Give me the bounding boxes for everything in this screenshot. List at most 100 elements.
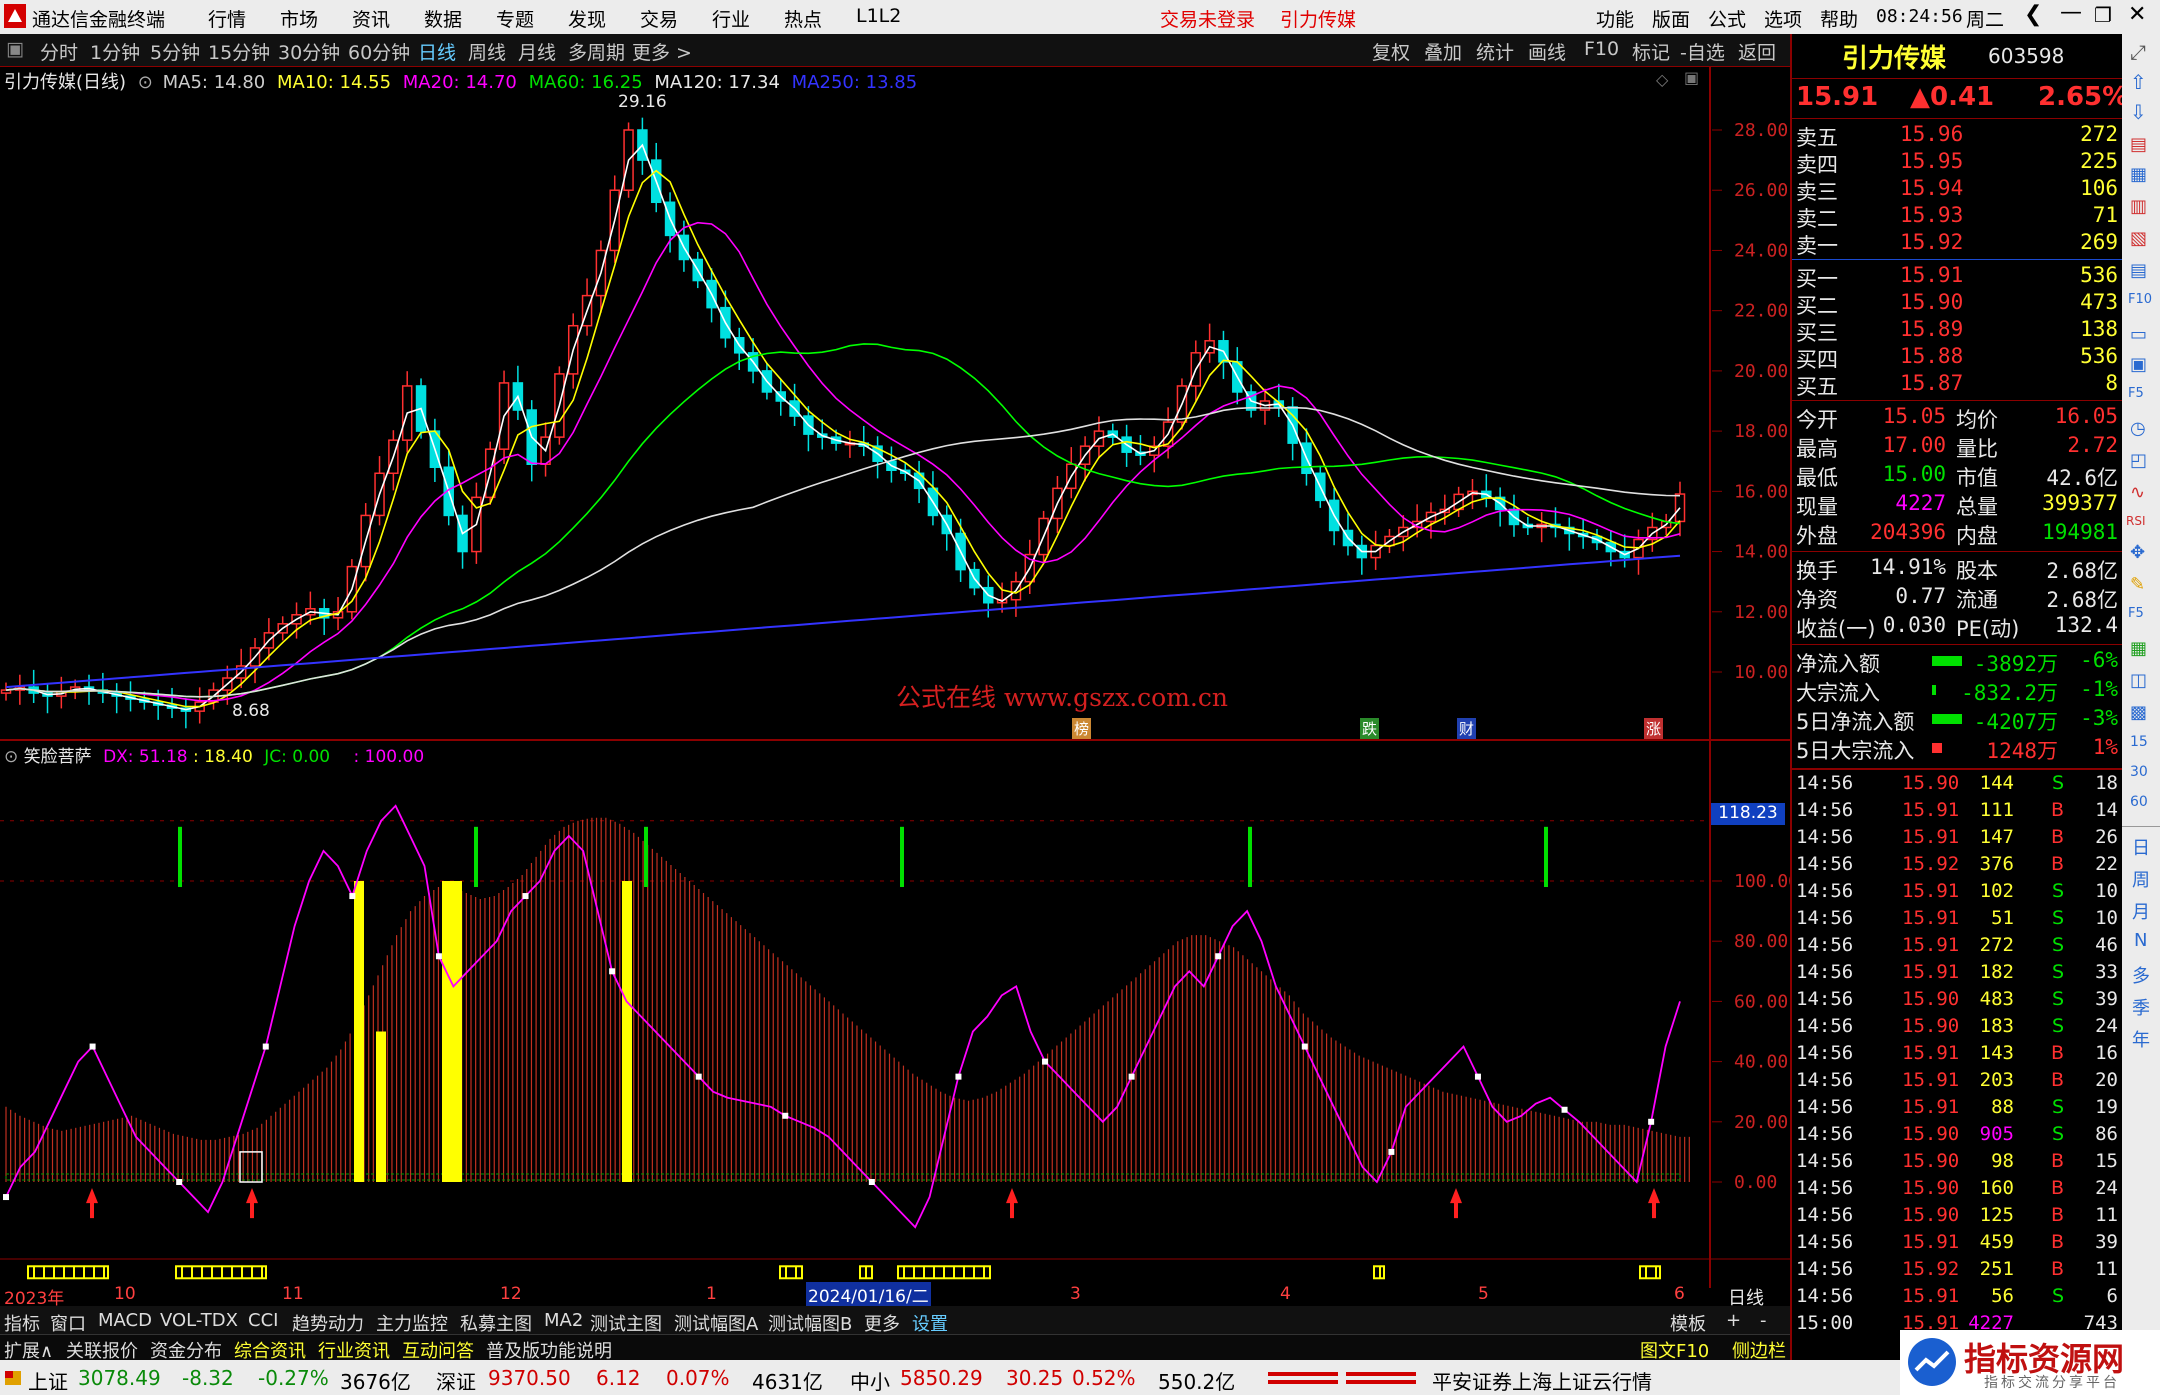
menu-faxian[interactable]: 发现 — [568, 5, 606, 32]
tab-more[interactable]: 更多 — [864, 1310, 900, 1336]
kline-icon[interactable]: ▧ — [2130, 228, 2147, 249]
side-multi[interactable]: 多 — [2132, 962, 2150, 988]
num-60-icon[interactable]: 60 — [2130, 794, 2148, 810]
side-year[interactable]: 年 — [2132, 1026, 2150, 1052]
close-icon[interactable]: ✕ — [2128, 2, 2146, 27]
tab-simu[interactable]: 私募主图 — [460, 1310, 532, 1336]
num-30-icon[interactable]: 30 — [2130, 764, 2148, 780]
chart-icon-1[interactable]: ▤ — [2130, 134, 2147, 155]
arrow-down-icon[interactable]: ⇩ — [2130, 100, 2147, 124]
back-icon[interactable]: ❮ — [2024, 2, 2042, 27]
period-fenshi[interactable]: 分时 — [40, 38, 78, 65]
tab-ma2[interactable]: MA2 — [544, 1310, 583, 1331]
clock-icon[interactable]: ◷ — [2130, 418, 2146, 439]
bid-price[interactable]: 15.89 — [1900, 317, 1963, 341]
period-60min[interactable]: 60分钟 — [348, 38, 410, 65]
gear-icon[interactable]: ✥ — [2130, 542, 2145, 563]
menu-xuanxiang[interactable]: 选项 — [1764, 5, 1802, 32]
tab-settings[interactable]: 设置 — [912, 1310, 948, 1336]
side-n[interactable]: N — [2134, 930, 2147, 951]
tab-zhuli[interactable]: 主力监控 — [376, 1310, 448, 1336]
sh-label[interactable]: 上证 — [28, 1366, 68, 1395]
rsi-icon[interactable]: RSI — [2126, 514, 2146, 528]
list-icon[interactable]: ▤ — [2130, 260, 2147, 281]
zx-label[interactable]: 中小 — [850, 1366, 890, 1395]
side-season[interactable]: 季 — [2132, 994, 2150, 1020]
menu-zhuanti[interactable]: 专题 — [496, 5, 534, 32]
tab-zhibiao[interactable]: 指标 — [4, 1310, 40, 1336]
flag-icon[interactable] — [4, 1368, 24, 1388]
menu-bangzhu[interactable]: 帮助 — [1820, 5, 1858, 32]
btn-fanhui[interactable]: 返回 — [1738, 38, 1776, 65]
btn-huaxian[interactable]: 画线 — [1528, 38, 1566, 65]
marker-bang[interactable]: 榜 — [1072, 718, 1092, 739]
marker-zhang[interactable]: 涨 — [1644, 718, 1664, 739]
period-more[interactable]: 更多 > — [632, 38, 692, 65]
tab-ceshi-a[interactable]: 测试幅图A — [674, 1310, 758, 1336]
menu-hangye[interactable]: 行业 — [712, 5, 750, 32]
diamond-icon[interactable]: ◇ — [1656, 70, 1668, 89]
settings-circle-icon[interactable]: ⊙ — [4, 747, 18, 767]
grid-icon[interactable]: ▣ — [2130, 354, 2147, 375]
restore-icon[interactable]: ❐ — [2094, 3, 2112, 27]
f5b-icon[interactable]: F5 — [2128, 606, 2144, 621]
ask-price[interactable]: 15.95 — [1900, 149, 1963, 173]
marker-cai[interactable]: 财 — [1457, 718, 1477, 739]
tab-chuangkou[interactable]: 窗口 — [50, 1310, 86, 1336]
pencil-icon[interactable]: ✎ — [2130, 574, 2145, 595]
side-week[interactable]: 周 — [2132, 866, 2150, 892]
tab-qushi[interactable]: 趋势动力 — [292, 1310, 364, 1336]
period-1min[interactable]: 1分钟 — [90, 38, 140, 65]
num-15-icon[interactable]: 15 — [2130, 734, 2148, 750]
btn-biaoji[interactable]: 标记 — [1632, 38, 1670, 65]
side-day[interactable]: 日 — [2132, 834, 2150, 860]
side-month[interactable]: 月 — [2132, 898, 2150, 924]
btn-template[interactable]: 模板 — [1670, 1310, 1706, 1336]
f5-icon[interactable]: F5 — [2128, 386, 2144, 401]
minimize-icon[interactable]: — — [2060, 0, 2082, 25]
tab-macd[interactable]: MACD — [98, 1310, 152, 1331]
period-weekly[interactable]: 周线 — [468, 38, 506, 65]
doc-icon[interactable]: ▭ — [2130, 324, 2147, 345]
tab-vol-tdx[interactable]: VOL-TDX — [160, 1310, 238, 1331]
btn-zixuan[interactable]: -自选 — [1680, 38, 1725, 65]
kline-chart-svg[interactable]: 28.00 26.00 24.00 22.00 20.00 18.00 16.00 14.00… — [0, 66, 1790, 1288]
btn-f10[interactable]: F10 — [1584, 38, 1619, 60]
menu-gongneng[interactable]: 功能 — [1596, 5, 1634, 32]
btn-diejia[interactable]: 叠加 — [1424, 38, 1462, 65]
chart-area[interactable]: 28.00 26.00 24.00 22.00 20.00 18.00 16.00 14.00… — [0, 66, 1790, 1288]
bid-price[interactable]: 15.90 — [1900, 290, 1963, 314]
menu-jiaoyi[interactable]: 交易 — [640, 5, 678, 32]
line-chart-icon[interactable]: ▥ — [2130, 196, 2147, 217]
settings-circle-icon[interactable]: ⊙ — [138, 72, 153, 93]
tab-cci[interactable]: CCI — [248, 1310, 278, 1331]
btn-minus[interactable]: - — [1760, 1310, 1767, 1331]
period-30min[interactable]: 30分钟 — [278, 38, 340, 65]
layers-icon[interactable]: ◫ — [2130, 670, 2147, 691]
menu-shuju[interactable]: 数据 — [424, 5, 462, 32]
btn-tongji[interactable]: 统计 — [1476, 38, 1514, 65]
menu-gongshi[interactable]: 公式 — [1708, 5, 1746, 32]
ask-price[interactable]: 15.92 — [1900, 230, 1963, 254]
period-5min[interactable]: 5分钟 — [150, 38, 200, 65]
f10-icon[interactable]: F10 — [2128, 292, 2152, 307]
period-multi[interactable]: 多周期 — [568, 38, 625, 65]
bid-price[interactable]: 15.87 — [1900, 371, 1963, 395]
bid-price[interactable]: 15.88 — [1900, 344, 1963, 368]
wave-icon[interactable]: ∿ — [2130, 482, 2145, 503]
table-icon[interactable]: ▦ — [2130, 164, 2147, 185]
panel-max-icon[interactable]: ▣ — [1684, 68, 1699, 87]
expand-icon[interactable]: ⤢ — [2130, 40, 2146, 64]
tab-ceshi-main[interactable]: 测试主图 — [590, 1310, 662, 1336]
menu-redian[interactable]: 热点 — [784, 5, 822, 32]
tab-ceshi-b[interactable]: 测试幅图B — [768, 1310, 852, 1336]
server-name[interactable]: 平安证券上海上证云行情 — [1432, 1366, 1652, 1395]
menu-shichang[interactable]: 市场 — [280, 5, 318, 32]
sz-label[interactable]: 深证 — [436, 1366, 476, 1395]
menu-hangqing[interactable]: 行情 — [208, 5, 246, 32]
bid-price[interactable]: 15.91 — [1900, 263, 1963, 287]
ask-price[interactable]: 15.94 — [1900, 176, 1963, 200]
btn-plus[interactable]: + — [1726, 1310, 1741, 1331]
menu-zixun[interactable]: 资讯 — [352, 5, 390, 32]
panel-toggle-icon[interactable]: ▣ — [6, 38, 24, 60]
